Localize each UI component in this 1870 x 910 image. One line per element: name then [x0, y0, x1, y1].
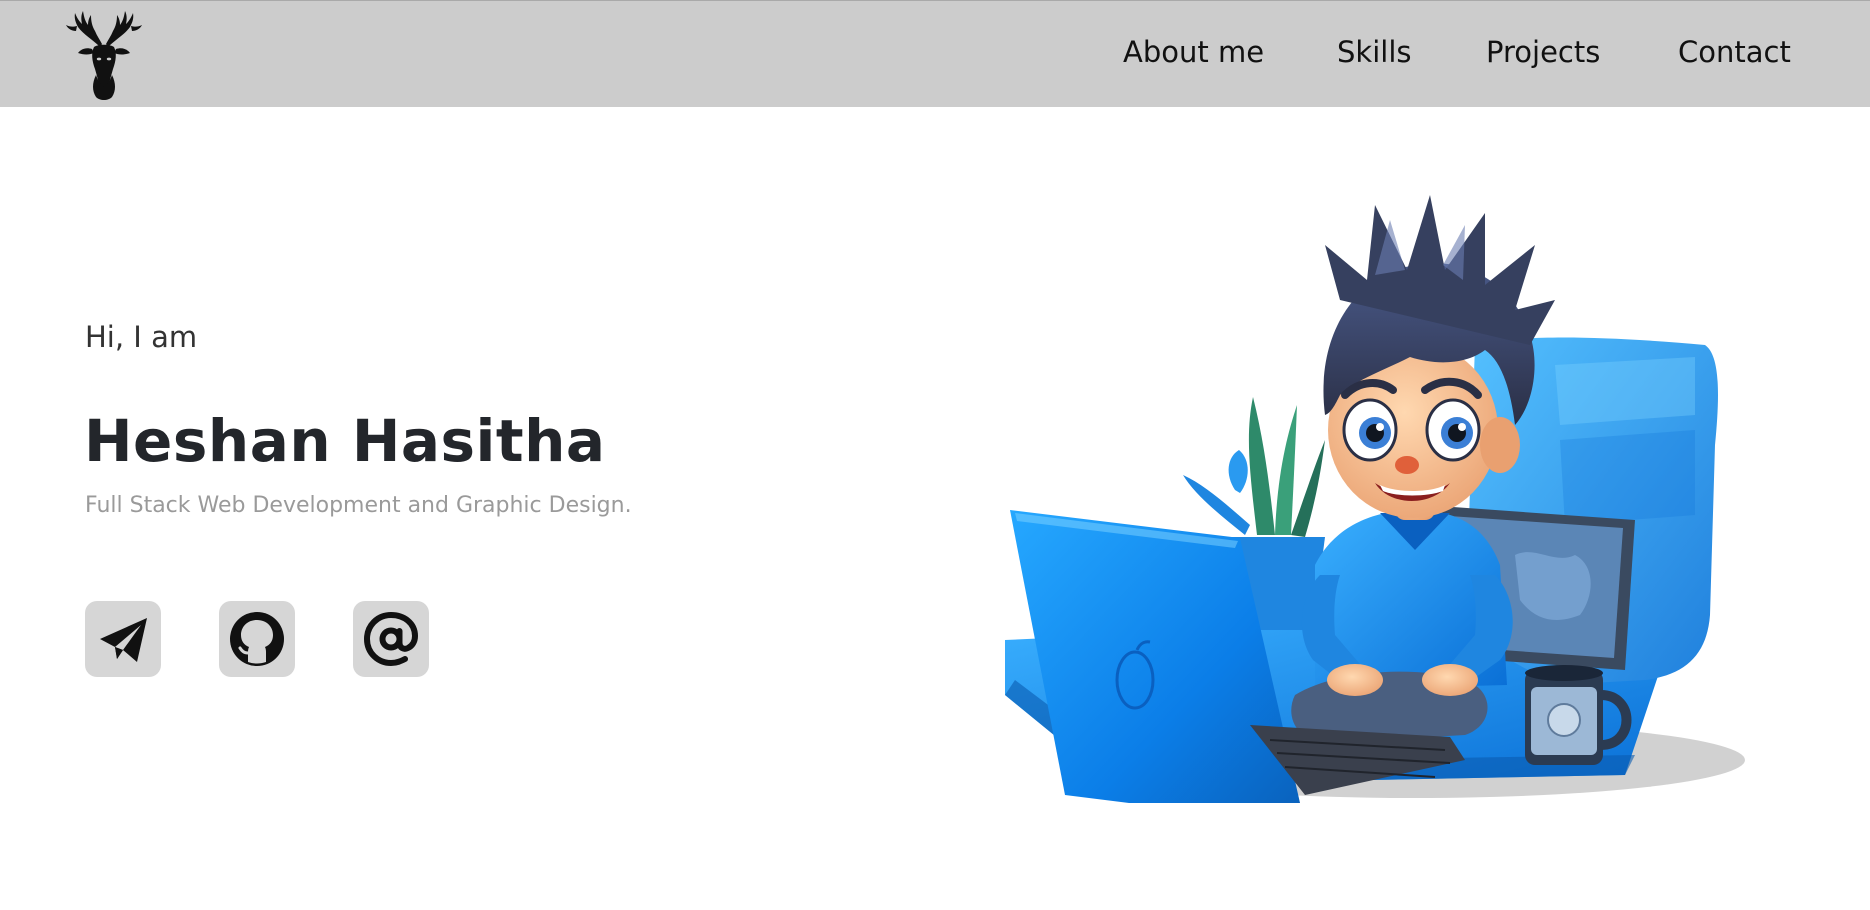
social-links	[85, 601, 445, 679]
nav-link-skills[interactable]: Skills	[1337, 35, 1411, 70]
telegram-icon	[100, 618, 147, 662]
nav-link-projects[interactable]: Projects	[1486, 35, 1600, 70]
github-button[interactable]	[219, 601, 295, 677]
hero-name: Heshan Hasitha	[84, 407, 606, 475]
nav-link-contact[interactable]: Contact	[1678, 35, 1791, 70]
email-button[interactable]	[353, 601, 429, 677]
hero-greeting: Hi, I am	[85, 320, 198, 354]
hero-tagline: Full Stack Web Development and Graphic D…	[85, 493, 632, 518]
deer-logo-icon[interactable]	[62, 9, 146, 101]
top-navbar: About me Skills Projects Contact	[0, 0, 1870, 107]
developer-character-illustration	[995, 95, 1755, 825]
email-at-icon	[363, 611, 419, 667]
github-icon	[230, 612, 284, 666]
nav-link-about-me[interactable]: About me	[1123, 35, 1264, 70]
telegram-button[interactable]	[85, 601, 161, 677]
